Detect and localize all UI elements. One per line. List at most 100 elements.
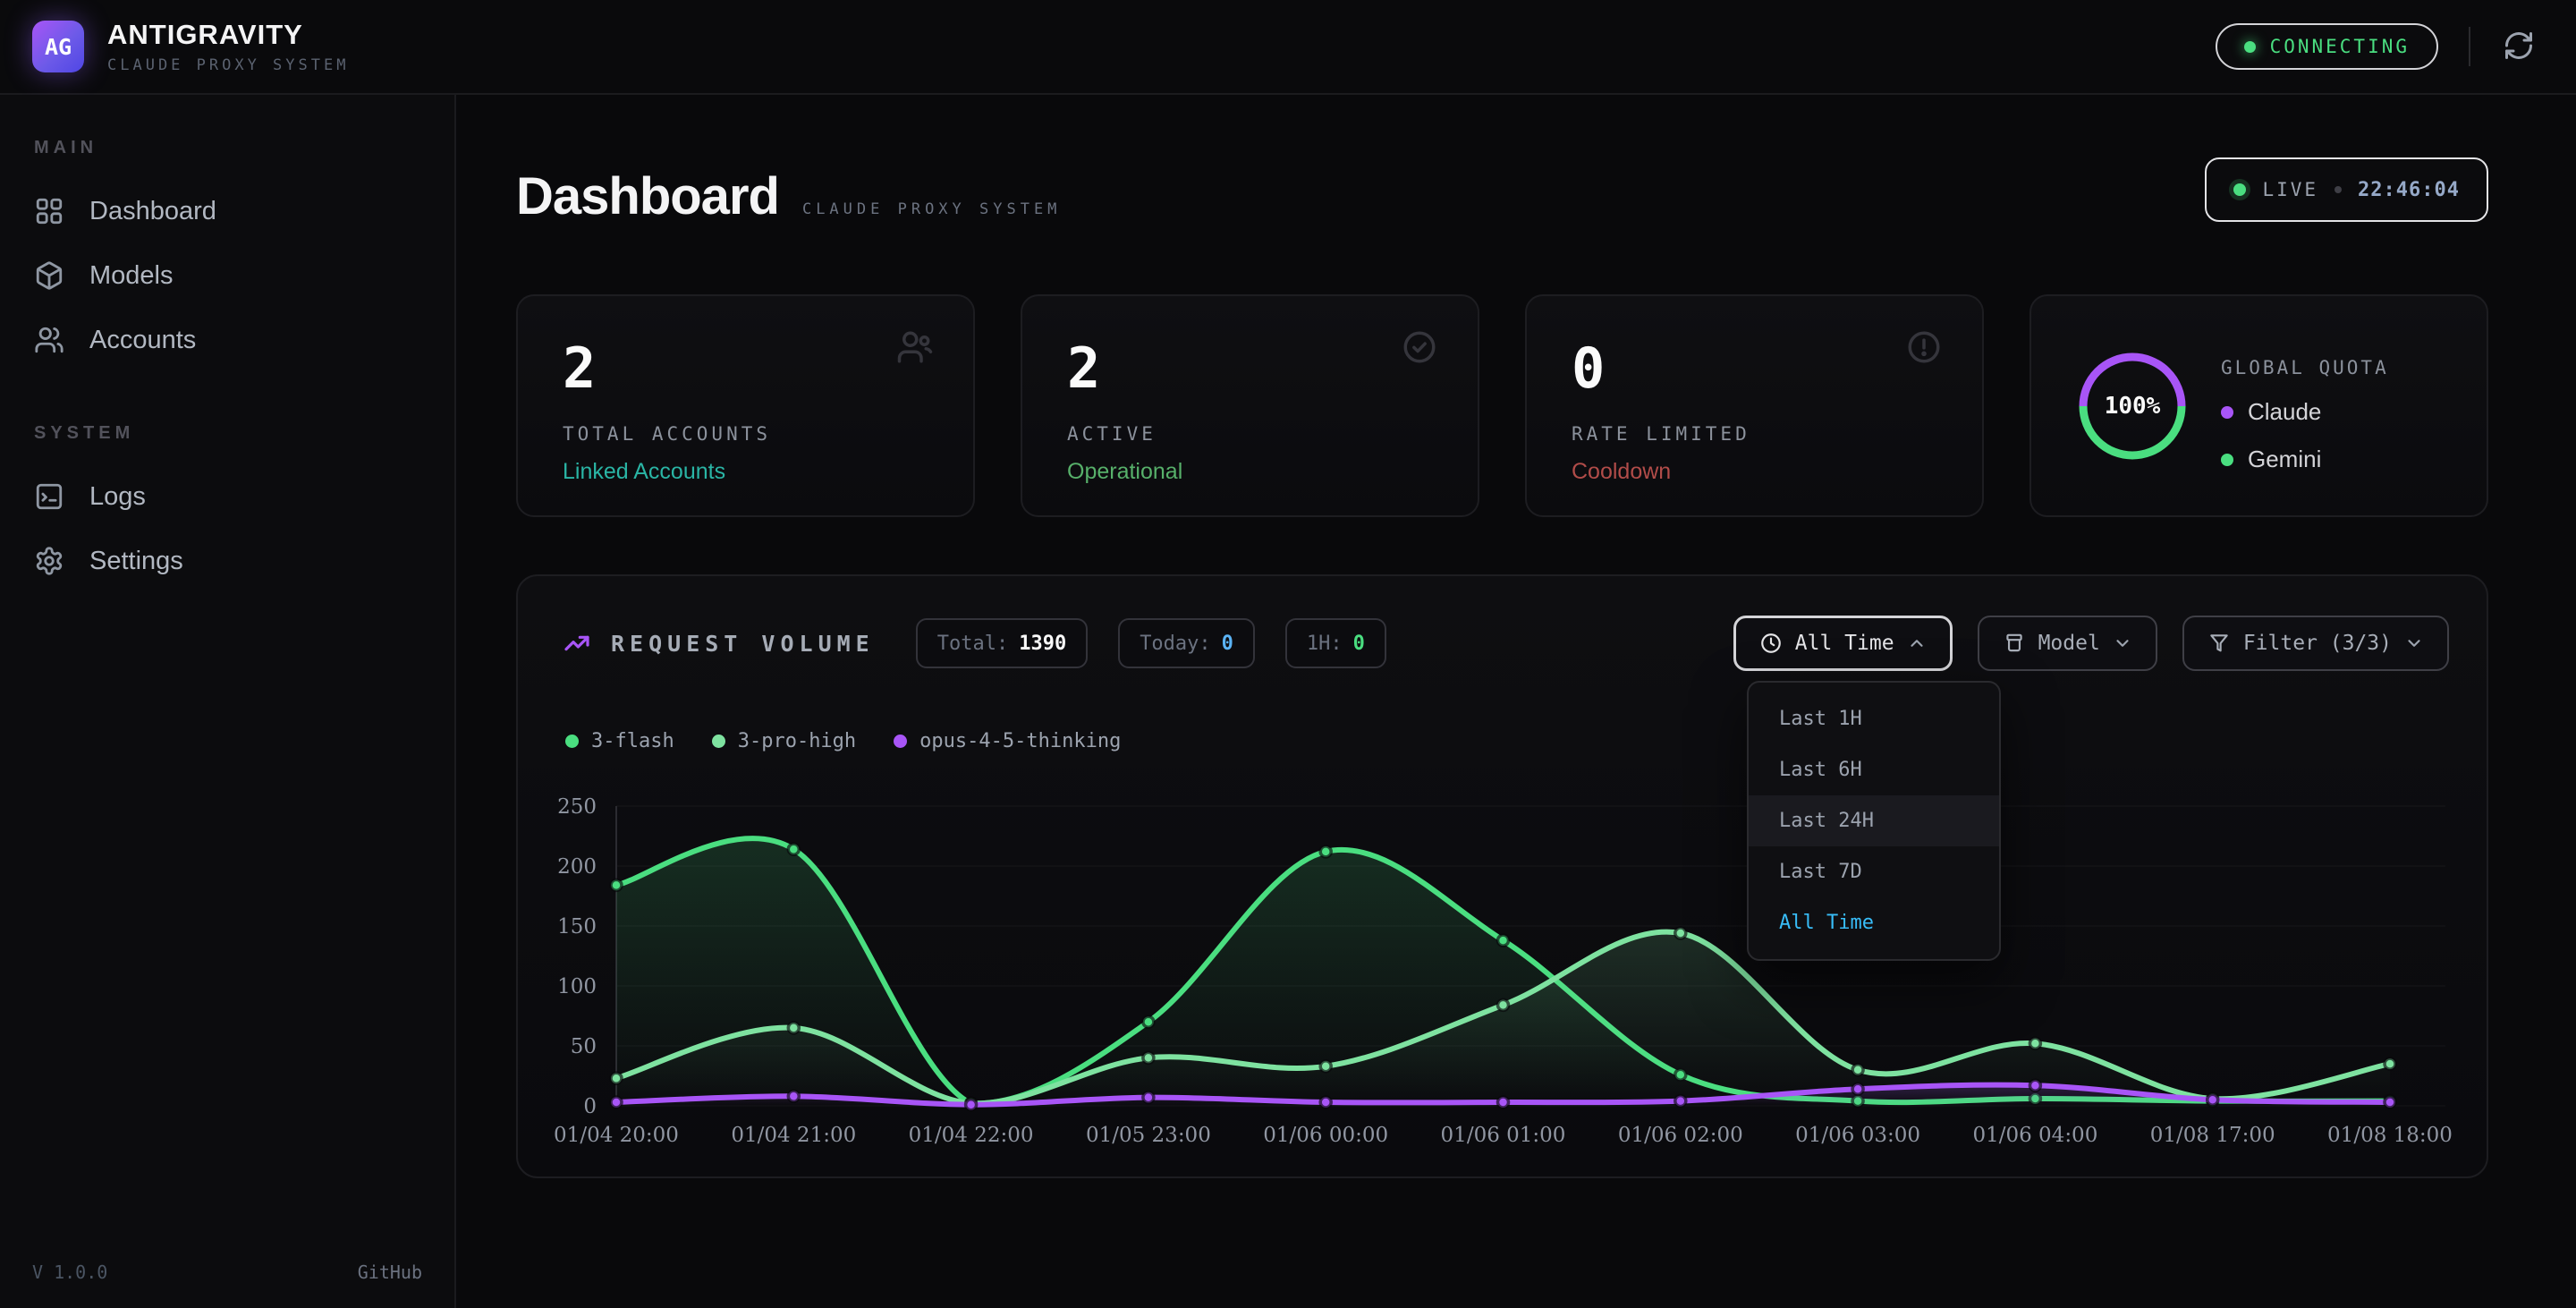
stat-value: 0 (1572, 335, 1605, 401)
terminal-icon (34, 481, 64, 512)
svg-text:01/06 02:00: 01/06 02:00 (1618, 1124, 1743, 1147)
page-header: Dashboard CLAUDE PROXY SYSTEM LIVE 22:46… (516, 150, 2488, 271)
users-icon (34, 325, 64, 355)
filter-dropdown-button[interactable]: Filter (3/3) (2182, 616, 2449, 671)
svg-text:250: 250 (557, 795, 597, 819)
request-volume-card: REQUEST VOLUME Total: 1390 Today: 0 1H: … (516, 574, 2488, 1178)
refresh-button[interactable] (2501, 29, 2537, 64)
model-icon (2003, 632, 2026, 655)
menu-item-last-24h[interactable]: Last 24H (1749, 795, 1999, 846)
one-hour-badge: 1H: 0 (1285, 618, 1386, 668)
global-quota-card: 100% GLOBAL QUOTA Claude Gemini (2029, 294, 2488, 517)
funnel-icon (2207, 632, 2231, 655)
stat-subtitle: Operational (1067, 459, 1182, 485)
topbar-divider (2469, 27, 2470, 66)
cube-icon (34, 260, 64, 291)
request-volume-chart: 05010015020025001/04 20:0001/04 21:0001/… (536, 782, 2468, 1167)
stat-label: TOTAL ACCOUNTS (563, 423, 771, 445)
stats-row: 2 TOTAL ACCOUNTS Linked Accounts 2 ACTIV… (516, 294, 2488, 517)
stat-card-active: 2 ACTIVE Operational (1021, 294, 1479, 517)
sidebar-section-main: MAIN (34, 138, 436, 158)
app-logo: AG (32, 21, 84, 72)
quota-percent: 100% (2076, 350, 2189, 463)
svg-text:01/06 03:00: 01/06 03:00 (1795, 1124, 1920, 1147)
app-name: ANTIGRAVITY (107, 19, 349, 51)
series-dot-icon (565, 735, 579, 748)
chevron-down-icon (2404, 633, 2424, 653)
time-range-menu: Last 1H Last 6H Last 24H Last 7D All Tim… (1747, 681, 2001, 961)
stat-label: RATE LIMITED (1572, 423, 1750, 445)
sidebar-item-settings[interactable]: Settings (18, 531, 436, 590)
quota-title: GLOBAL QUOTA (2221, 357, 2389, 378)
svg-text:01/06 01:00: 01/06 01:00 (1441, 1124, 1566, 1147)
sidebar-item-label: Logs (89, 482, 146, 512)
live-badge: LIVE 22:46:04 (2205, 157, 2488, 222)
time-range-dropdown-button[interactable]: All Time (1733, 616, 1953, 671)
sidebar-section-system: SYSTEM (34, 423, 436, 444)
menu-item-all-time[interactable]: All Time (1749, 897, 1999, 948)
svg-text:01/08 17:00: 01/08 17:00 (2150, 1124, 2275, 1147)
sidebar-item-label: Accounts (89, 326, 196, 355)
chart-legend: 3-flash 3-pro-high opus-4-5-thinking (565, 730, 1121, 752)
chevron-down-icon (2113, 633, 2132, 653)
check-circle-icon (1401, 328, 1438, 366)
brand: AG ANTIGRAVITY CLAUDE PROXY SYSTEM (32, 19, 349, 74)
menu-item-last-7d[interactable]: Last 7D (1749, 846, 1999, 897)
sidebar-item-label: Dashboard (89, 197, 216, 226)
menu-item-last-1h[interactable]: Last 1H (1749, 693, 1999, 744)
sidebar-item-accounts[interactable]: Accounts (18, 310, 436, 369)
stat-subtitle: Linked Accounts (563, 459, 725, 485)
live-label: LIVE (2262, 179, 2318, 200)
legend-item-3-flash: 3-flash (565, 730, 674, 752)
svg-text:01/06 04:00: 01/06 04:00 (1972, 1124, 2097, 1147)
topbar: AG ANTIGRAVITY CLAUDE PROXY SYSTEM CONNE… (0, 0, 2576, 95)
stat-value: 2 (563, 335, 596, 401)
alert-circle-icon (1905, 328, 1943, 366)
users-icon (896, 328, 934, 366)
svg-text:50: 50 (571, 1035, 597, 1058)
sidebar-item-logs[interactable]: Logs (18, 467, 436, 526)
refresh-icon (2503, 30, 2535, 62)
stat-card-rate-limited: 0 RATE LIMITED Cooldown (1525, 294, 1984, 517)
page-title: Dashboard (516, 166, 779, 226)
series-dot-icon (712, 735, 725, 748)
sidebar-item-models[interactable]: Models (18, 246, 436, 305)
legend-item-3-pro-high: 3-pro-high (712, 730, 856, 752)
stat-subtitle: Cooldown (1572, 459, 1671, 485)
total-badge: Total: 1390 (916, 618, 1088, 668)
chevron-up-icon (1907, 633, 1927, 653)
gear-icon (34, 546, 64, 576)
stat-value: 2 (1067, 335, 1100, 401)
svg-text:01/05 23:00: 01/05 23:00 (1086, 1124, 1211, 1147)
chart-title: REQUEST VOLUME (611, 631, 875, 657)
sidebar-item-dashboard[interactable]: Dashboard (18, 182, 436, 241)
stat-label: ACTIVE (1067, 423, 1157, 445)
clock-icon (1759, 632, 1783, 655)
svg-text:0: 0 (583, 1095, 597, 1118)
legend-item-opus: opus-4-5-thinking (894, 730, 1121, 752)
sidebar: MAIN Dashboard Models Accounts SYSTEM Lo… (0, 95, 456, 1308)
series-dot-icon (894, 735, 907, 748)
sidebar-item-label: Settings (89, 547, 183, 576)
svg-text:01/04 22:00: 01/04 22:00 (909, 1124, 1034, 1147)
menu-item-last-6h[interactable]: Last 6H (1749, 744, 1999, 795)
svg-text:01/04 21:00: 01/04 21:00 (731, 1124, 856, 1147)
connection-status-badge: CONNECTING (2216, 23, 2438, 70)
separator-dot-icon (2334, 186, 2342, 193)
quota-legend-claude: Claude (2221, 398, 2389, 426)
svg-text:01/08 18:00: 01/08 18:00 (2327, 1124, 2453, 1147)
live-dot-icon (2233, 183, 2246, 196)
svg-text:200: 200 (557, 855, 597, 879)
app-root: AG ANTIGRAVITY CLAUDE PROXY SYSTEM CONNE… (0, 0, 2576, 1308)
grid-icon (34, 196, 64, 226)
version-label: V 1.0.0 (32, 1261, 107, 1283)
github-link[interactable]: GitHub (358, 1261, 422, 1283)
sidebar-item-label: Models (89, 261, 174, 291)
gemini-dot-icon (2221, 454, 2233, 466)
claude-dot-icon (2221, 406, 2233, 419)
svg-text:01/06 00:00: 01/06 00:00 (1263, 1124, 1388, 1147)
main-content: Dashboard CLAUDE PROXY SYSTEM LIVE 22:46… (456, 95, 2576, 1308)
model-dropdown-button[interactable]: Model (1978, 616, 2157, 671)
svg-text:100: 100 (557, 975, 597, 998)
app-subtitle: CLAUDE PROXY SYSTEM (107, 56, 349, 74)
